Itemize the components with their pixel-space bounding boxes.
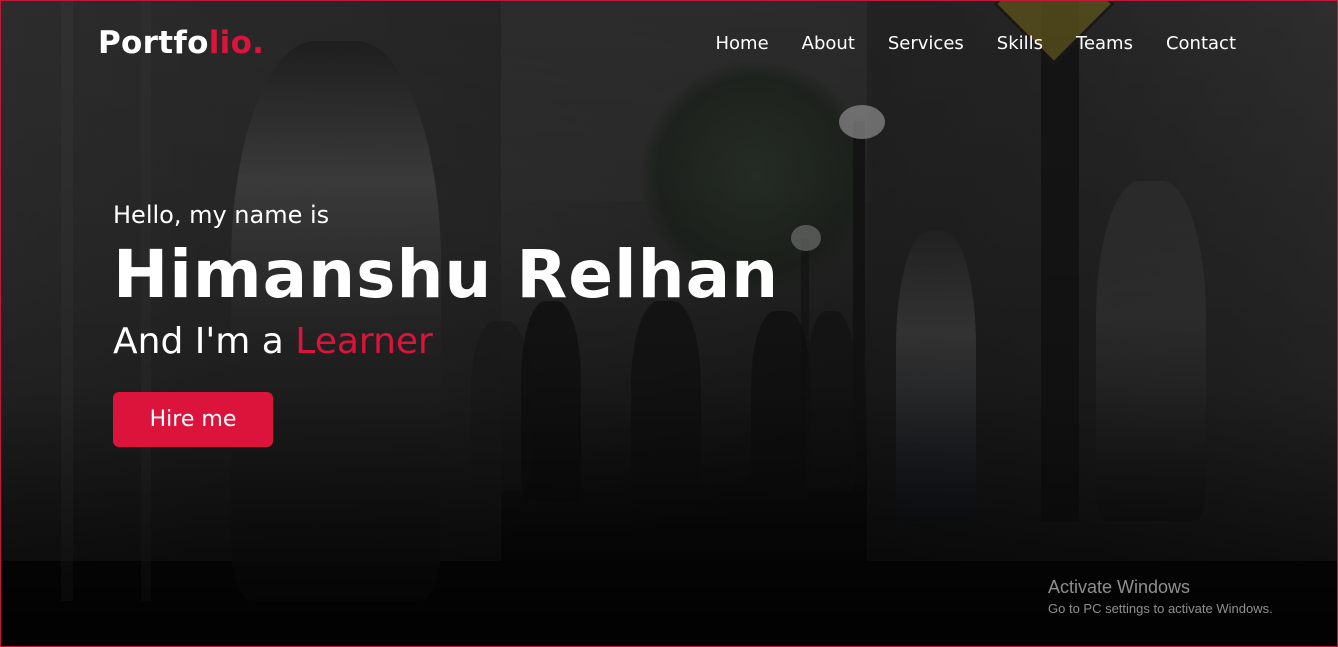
nav-contact[interactable]: Contact [1166, 33, 1236, 54]
watermark-title: Activate Windows [1048, 577, 1191, 597]
logo-main-text: Portfo [98, 25, 209, 61]
hero-section: Hello, my name is Himanshu Relhan And I'… [113, 197, 779, 367]
hero-role-accent: Learner [295, 321, 433, 362]
windows-activation-watermark: Activate Windows Go to PC settings to ac… [1048, 575, 1273, 619]
hero-greeting: Hello, my name is [113, 201, 330, 229]
nav-skills[interactable]: Skills [997, 33, 1043, 54]
logo-accent-text: lio. [208, 25, 265, 61]
nav-services[interactable]: Services [888, 33, 964, 54]
site-logo[interactable]: Portfolio. [98, 25, 264, 61]
hero-role: And I'm a Learner [113, 317, 779, 367]
hero-name: Himanshu Relhan [113, 236, 780, 313]
hire-me-button[interactable]: Hire me [113, 392, 273, 447]
nav-home[interactable]: Home [716, 33, 769, 54]
hero-role-prefix: And I'm a [113, 321, 296, 362]
nav-teams[interactable]: Teams [1076, 33, 1133, 54]
navbar: Portfolio. Home About Services Skills Te… [1, 1, 1337, 87]
watermark-subtitle: Go to PC settings to activate Windows. [1048, 601, 1273, 616]
nav-about[interactable]: About [802, 33, 855, 54]
nav-menu: Home About Services Skills Teams Contact [683, 33, 1237, 54]
page-frame: Portfolio. Home About Services Skills Te… [0, 0, 1338, 647]
